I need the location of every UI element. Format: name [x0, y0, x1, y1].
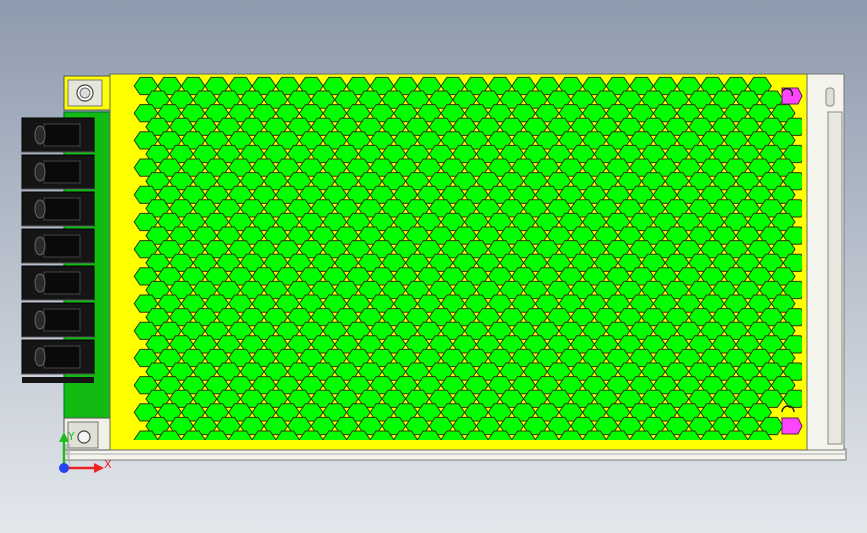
terminal-screw-7[interactable] — [21, 339, 95, 375]
terminal-screw-6[interactable] — [21, 302, 95, 338]
ventilation-holes — [133, 76, 802, 440]
terminal-screw-3[interactable] — [21, 191, 95, 227]
terminal-screw-1[interactable] — [21, 117, 95, 153]
axis-label-y: Y — [67, 430, 75, 443]
right-side-flange — [805, 73, 845, 451]
terminal-screw-2[interactable] — [21, 154, 95, 190]
terminal-screw-4[interactable] — [21, 228, 95, 264]
cover-clip-top — [781, 87, 803, 105]
terminal-screw-5[interactable] — [21, 265, 95, 301]
axis-label-x: X — [104, 458, 112, 471]
terminal-block-end — [22, 377, 94, 383]
terminal-block[interactable] — [21, 117, 95, 383]
mounting-tab-top — [63, 75, 111, 111]
cad-viewport[interactable]: X Y — [0, 0, 867, 533]
